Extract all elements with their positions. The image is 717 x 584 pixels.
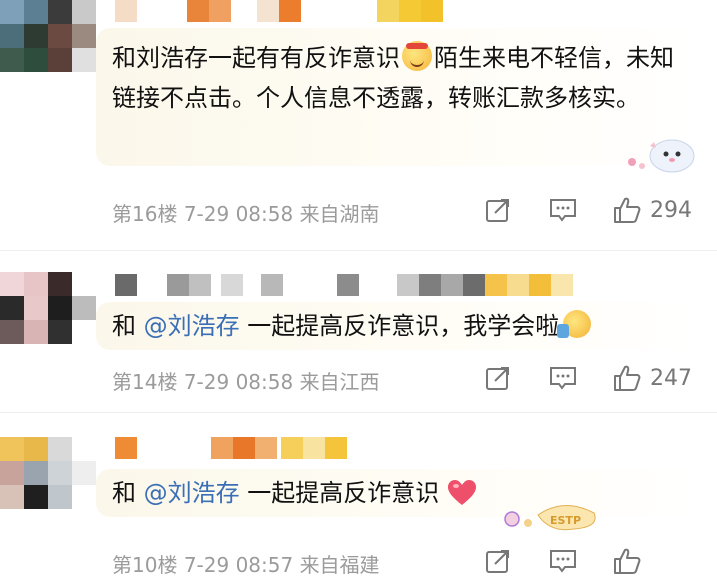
comment-item: 和 @刘浩存 一起提高反诈意识，我学会啦 第14楼 7-29 08:58 来自江…	[0, 250, 717, 415]
reply-button[interactable]	[548, 543, 578, 579]
like-icon	[614, 197, 641, 223]
share-icon	[486, 367, 509, 390]
divider	[0, 412, 717, 413]
reply-button[interactable]	[548, 192, 578, 228]
comment-location: 来自湖南	[299, 202, 380, 226]
comment-date: 7-29	[183, 202, 230, 226]
like-icon	[614, 548, 641, 574]
share-button[interactable]	[484, 543, 512, 579]
comment-prefix: 和	[112, 479, 144, 507]
comment-time: 08:58	[235, 370, 294, 394]
comment-meta: 第10楼 7-29 08:57 来自福建	[112, 549, 380, 578]
comment-actions: 294	[480, 192, 717, 228]
share-button[interactable]	[484, 360, 512, 396]
comment-time: 08:58	[235, 202, 294, 226]
like-button[interactable]: 294	[612, 192, 692, 228]
sticker-text: ESTP	[550, 514, 581, 527]
heart-emoji-icon	[447, 479, 477, 519]
comment-date: 7-29	[183, 370, 230, 394]
comment-meta: 第14楼 7-29 08:58 来自江西	[112, 366, 380, 395]
comment-body: 一起提高反诈意识	[239, 479, 440, 507]
cute-sticker-icon	[620, 132, 700, 180]
comment-meta: 第16楼 7-29 08:58 来自湖南	[112, 198, 380, 227]
floor-number: 第10楼	[112, 553, 178, 577]
comment-date: 7-29	[183, 553, 230, 577]
avatar[interactable]	[0, 0, 96, 72]
comment-text: 和刘浩存一起有有反诈意识 陌生来电不轻信，未知链接不点击。个人信息不透露，转账汇款…	[112, 38, 677, 118]
estp-sticker-icon: ESTP	[494, 493, 604, 541]
floor-number: 第14楼	[112, 370, 178, 394]
avatar[interactable]	[0, 272, 96, 344]
floor-number: 第16楼	[112, 202, 178, 226]
like-button[interactable]: 247	[612, 360, 692, 396]
comment-text-a: 和刘浩存一起有有反诈意识	[112, 44, 400, 72]
like-count: 294	[650, 197, 692, 223]
avatar[interactable]	[0, 437, 96, 509]
comment-icon	[550, 199, 576, 222]
comment-actions: 247	[480, 360, 717, 396]
mention-link[interactable]: @刘浩存	[144, 312, 240, 340]
face-emoji-icon	[402, 41, 432, 71]
comment-location: 来自福建	[299, 553, 380, 577]
comment-text: 和 @刘浩存 一起提高反诈意识，我学会啦	[112, 306, 677, 346]
share-button[interactable]	[484, 192, 512, 228]
comment-item: 和刘浩存一起有有反诈意识 陌生来电不轻信，未知链接不点击。个人信息不透露，转账汇款…	[0, 0, 717, 250]
share-icon	[486, 550, 509, 573]
comment-actions	[480, 543, 717, 579]
comment-icon	[550, 367, 576, 390]
waving-emoji-icon	[557, 310, 592, 338]
like-button[interactable]	[612, 543, 650, 579]
share-icon	[486, 199, 509, 222]
mention-link[interactable]: @刘浩存	[144, 479, 240, 507]
comment-time: 08:57	[235, 553, 294, 577]
comment-icon	[550, 550, 576, 573]
comment-body: 一起提高反诈意识，我学会啦	[239, 312, 560, 340]
comment-location: 来自江西	[299, 370, 380, 394]
comment-prefix: 和	[112, 312, 144, 340]
like-count: 247	[650, 365, 692, 391]
like-icon	[614, 365, 641, 391]
comment-item: 和 @刘浩存 一起提高反诈意识 ESTP 第10楼 7-29 08:57 来自福…	[0, 415, 717, 584]
reply-button[interactable]	[548, 360, 578, 396]
